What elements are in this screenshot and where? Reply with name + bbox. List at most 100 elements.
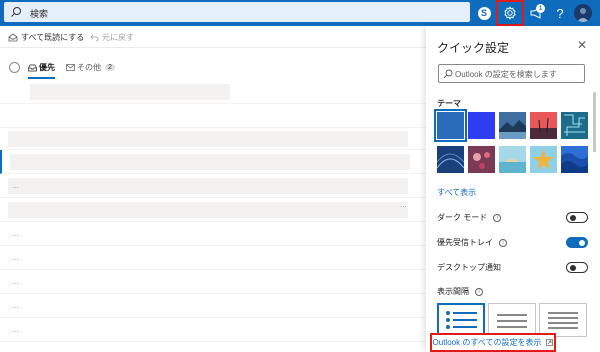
show-all-themes-link[interactable]: すべて表示 [437, 187, 476, 198]
dark-mode-toggle[interactable] [566, 212, 588, 223]
mail-tabs: 優先 その他 2 [0, 58, 426, 80]
settings-button[interactable] [496, 0, 524, 26]
top-bar: 検索 S 1 ? [0, 0, 600, 26]
search-placeholder: 検索 [30, 9, 49, 19]
mail-icon [66, 64, 75, 71]
undo-label: 元に戻す [102, 33, 134, 42]
list-item[interactable] [0, 150, 426, 174]
list-item[interactable] [0, 80, 426, 104]
density-option-medium[interactable] [488, 303, 536, 337]
loading-placeholder [8, 131, 408, 147]
notification-badge: 1 [536, 4, 545, 13]
tab-focused-label: 優先 [39, 63, 55, 72]
loading-placeholder [8, 178, 408, 194]
open-external-icon [546, 339, 554, 346]
list-item[interactable]: ... [0, 222, 426, 246]
focused-inbox-row: 優先受信トレイ i [437, 237, 507, 248]
command-bar: すべて既読にする 元に戻す [0, 26, 426, 48]
density-row: 表示間隔 i [437, 286, 483, 297]
pane-title: クイック設定 [437, 41, 510, 55]
help-icon: ? [556, 5, 564, 21]
view-all-settings-link[interactable]: Outlook のすべての設定を表示 [430, 333, 556, 352]
compact-density-icon [548, 312, 578, 329]
tab-focused[interactable]: 優先 [28, 62, 55, 79]
close-icon[interactable]: ✕ [576, 39, 588, 51]
loading-placeholder [8, 202, 408, 218]
stars-theme-image [437, 146, 464, 173]
theme-swatch-blue[interactable] [434, 109, 467, 142]
list-item[interactable] [0, 104, 426, 128]
theme-swatch-starfish[interactable] [530, 146, 557, 173]
search-box[interactable]: 検索 [4, 2, 470, 22]
toggle-knob [570, 214, 576, 221]
density-option-compact[interactable] [539, 303, 587, 337]
view-all-settings-label: Outlook のすべての設定を表示 [432, 338, 542, 347]
select-all-checkbox[interactable] [9, 62, 20, 73]
circuit-theme-image [561, 112, 588, 139]
list-item[interactable]: ... [0, 174, 426, 198]
theme-swatch-bokeh[interactable] [468, 146, 495, 173]
loading-placeholder [30, 84, 230, 100]
info-icon[interactable]: i [493, 213, 502, 222]
info-icon[interactable]: i [499, 238, 507, 247]
theme-swatch-circuit[interactable] [561, 112, 588, 139]
quick-settings-pane: クイック設定 ✕ Outlook の設定を検索します テーマ すべて表示 ダーク… [426, 26, 600, 352]
avatar[interactable] [574, 4, 592, 22]
announcements-button[interactable]: 1 [526, 3, 546, 23]
undo-button[interactable]: 元に戻す [90, 32, 134, 43]
profile-photo [574, 4, 592, 22]
mark-all-read-button[interactable]: すべて既読にする [8, 32, 84, 43]
list-item[interactable]: ... [0, 198, 426, 222]
tab-other[interactable]: その他 2 [66, 62, 115, 73]
list-item[interactable]: ... [0, 270, 426, 294]
theme-swatch-bright-blue[interactable] [468, 112, 495, 139]
ellipsis-icon: ... [12, 229, 19, 238]
theme-swatch-palms[interactable] [530, 112, 557, 139]
other-count-badge: 2 [105, 64, 115, 71]
theme-swatch-stars[interactable] [437, 146, 464, 173]
settings-search-placeholder: Outlook の設定を検索します [455, 70, 557, 79]
ellipsis-icon: ... [12, 253, 19, 262]
envelope-open-icon [8, 33, 18, 42]
density-label: 表示間隔 [437, 287, 469, 296]
ellipsis-icon: ... [12, 181, 19, 190]
search-icon [11, 7, 21, 17]
info-icon[interactable]: i [475, 287, 483, 296]
help-button[interactable]: ? [550, 3, 570, 23]
theme-heading: テーマ [437, 99, 461, 108]
ellipsis-icon: ... [12, 277, 19, 286]
full-density-icon [446, 311, 477, 329]
theme-swatch-waves[interactable] [561, 146, 588, 173]
list-item[interactable]: ... [0, 318, 426, 342]
palms-theme-image [530, 112, 557, 139]
inbox-icon [28, 64, 37, 71]
loading-placeholder [10, 154, 410, 170]
toggle-knob [570, 264, 576, 271]
desktop-notifications-label: デスクトップ通知 [437, 263, 501, 272]
desktop-notifications-row: デスクトップ通知 [437, 262, 501, 273]
medium-density-icon [497, 314, 527, 328]
theme-swatch-beach[interactable] [499, 146, 526, 173]
undo-icon [90, 34, 99, 42]
ellipsis-icon: ... [400, 200, 407, 209]
theme-swatch-mountain[interactable] [499, 112, 526, 139]
ellipsis-icon: ... [12, 325, 19, 334]
pane-scrollbar[interactable] [593, 92, 596, 152]
dark-mode-row: ダーク モード i [437, 212, 502, 223]
settings-search-input[interactable]: Outlook の設定を検索します [438, 64, 585, 83]
focused-inbox-label: 優先受信トレイ [437, 238, 493, 247]
dark-mode-label: ダーク モード [437, 213, 488, 222]
list-item[interactable]: ... [0, 246, 426, 270]
toggle-knob [579, 239, 585, 246]
skype-button[interactable]: S [474, 3, 494, 23]
list-item[interactable] [0, 128, 426, 150]
tab-other-label: その他 [77, 63, 101, 72]
desktop-notifications-toggle[interactable] [566, 262, 588, 273]
density-option-full[interactable] [437, 303, 485, 337]
gear-icon [504, 6, 516, 20]
mark-all-read-label: すべて既読にする [21, 33, 85, 42]
search-icon [443, 69, 453, 79]
focused-inbox-toggle[interactable] [566, 237, 588, 248]
list-item[interactable]: ... [0, 294, 426, 318]
beach-theme-image [499, 146, 526, 173]
